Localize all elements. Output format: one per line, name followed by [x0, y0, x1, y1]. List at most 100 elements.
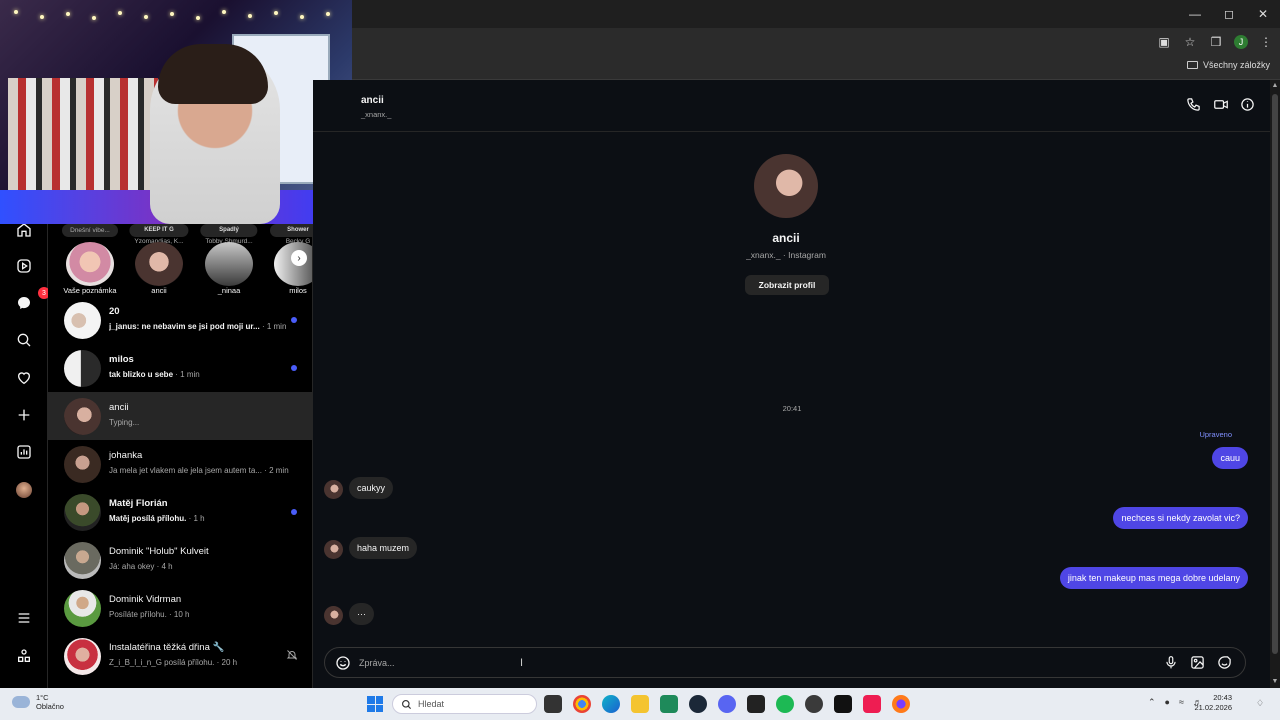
windows-start-icon[interactable]	[367, 696, 383, 712]
tiktok-icon[interactable]	[863, 695, 881, 713]
chevron-right-icon[interactable]: ›	[291, 250, 307, 266]
avatar	[64, 302, 101, 339]
system-clock[interactable]: 20:43 21.02.2026	[1194, 693, 1232, 713]
chrome-icon[interactable]	[573, 695, 591, 713]
messenger-icon[interactable]: 3	[12, 287, 50, 315]
message-outgoing[interactable]: jinak ten makeup mas mega dobre udelany	[1059, 567, 1248, 589]
conversation-item[interactable]: Instalatéřina těžká dřina 🔧 Z_i_B_l_i_n_…	[48, 632, 312, 680]
phone-icon[interactable]	[1185, 96, 1202, 113]
conversation-item[interactable]: johanka Ja mela jet vlakem ale jela jsem…	[48, 440, 312, 488]
chat-header-username: _xnanx._	[361, 110, 392, 119]
message-outgoing[interactable]: nechces si nekdy zavolat vic?	[1113, 507, 1248, 529]
browser-profile-avatar[interactable]: J	[1234, 35, 1248, 49]
conversation-name: milos	[109, 354, 134, 365]
sticker-icon[interactable]	[1216, 654, 1233, 671]
screen: — ◻ ✕ ▣ ☆ ❒ J ⋮ Všechny záložky 3 Dnešní…	[0, 0, 1280, 720]
conversation-preview: Já: aha okey · 4 h	[109, 562, 173, 571]
sender-avatar	[324, 480, 343, 499]
avatar	[64, 542, 101, 579]
message-incoming[interactable]: haha muzem	[349, 537, 418, 559]
steam-icon[interactable]	[689, 695, 707, 713]
heart-icon[interactable]	[12, 366, 36, 390]
firefox-icon[interactable]	[892, 695, 910, 713]
wifi-icon[interactable]: ≈	[1179, 697, 1184, 708]
conversation-item[interactable]: Dominik "Holub" Kulveit Já: aha okey · 4…	[48, 536, 312, 584]
conversation-preview: Typing...	[109, 418, 140, 427]
profile-subtitle: _xnanx._ · Instagram	[746, 250, 826, 260]
avatar	[64, 446, 101, 483]
extensions-icon[interactable]: ❒	[1208, 34, 1224, 50]
view-profile-button[interactable]: Zobrazit profil	[745, 275, 829, 295]
chat-panel: ancii _xnanx._ ancii _xnanx._ · Instagra…	[313, 80, 1270, 688]
avatar	[64, 350, 101, 387]
file-explorer-icon[interactable]	[631, 695, 649, 713]
all-bookmarks-button[interactable]: Všechny záložky	[1186, 60, 1270, 70]
note-name: _ninaa	[217, 286, 241, 295]
notes-row: Dnešní vibe... Vaše poznámka KEEP IT GYz…	[48, 224, 312, 300]
chat-header: ancii _xnanx._	[313, 80, 1270, 132]
note-name: ancii	[151, 286, 167, 295]
task-view-icon[interactable]	[544, 695, 562, 713]
cloud-icon	[12, 696, 30, 708]
chat-header-actions	[1185, 96, 1256, 113]
avatar	[64, 638, 101, 675]
page-scrollbar[interactable]: ▲ ▼	[1270, 80, 1280, 688]
search-icon[interactable]	[12, 328, 36, 352]
epic-games-icon[interactable]	[747, 695, 765, 713]
sender-avatar	[324, 606, 343, 625]
scroll-thumb[interactable]	[1272, 94, 1278, 654]
message-input[interactable]	[359, 656, 1059, 670]
temperature: 1°C	[36, 693, 49, 702]
plus-icon[interactable]	[12, 403, 36, 427]
video-call-icon[interactable]	[1212, 96, 1229, 113]
profile-avatar[interactable]	[12, 478, 36, 502]
bookmark-star-icon[interactable]: ☆	[1182, 34, 1198, 50]
conversation-item-active[interactable]: ancii Typing...	[48, 392, 312, 440]
dashboard-icon[interactable]	[12, 440, 36, 464]
meta-icon[interactable]	[12, 644, 36, 668]
edge-icon[interactable]	[602, 695, 620, 713]
notification-bell-icon[interactable]: ♢	[1256, 698, 1268, 710]
all-bookmarks-label: Všechny záložky	[1202, 60, 1270, 70]
chevron-up-icon[interactable]: ⌃	[1148, 697, 1156, 708]
conversation-item[interactable]: milos tak blizko u sebe · 1 min	[48, 344, 312, 392]
string-lights	[0, 6, 352, 26]
browser-menu-icon[interactable]: ⋮	[1258, 34, 1274, 50]
conversation-item[interactable]: Dominik Vidrman Posíláte přílohu. · 10 h	[48, 584, 312, 632]
conversation-item[interactable]: Matěj Florián Matěj posílá přílohu. · 1 …	[48, 488, 312, 536]
message-incoming[interactable]: caukyy	[349, 477, 394, 499]
microphone-icon[interactable]	[1162, 654, 1179, 671]
instagram-nav: 3	[0, 223, 50, 688]
taskbar-search[interactable]: Hledat	[392, 694, 537, 714]
scroll-down-icon[interactable]: ▼	[1271, 678, 1279, 686]
close-icon[interactable]: ✕	[1246, 0, 1280, 28]
clock-time: 20:43	[1213, 693, 1232, 702]
maximize-icon[interactable]: ◻	[1212, 0, 1246, 28]
chat-header-name[interactable]: ancii	[361, 95, 384, 106]
conversation-name: Dominik Vidrman	[109, 594, 182, 605]
emoji-icon[interactable]	[335, 655, 351, 671]
message-outgoing[interactable]: cauu	[1212, 447, 1248, 469]
notepad-icon[interactable]	[660, 695, 678, 713]
capcut-icon[interactable]	[834, 695, 852, 713]
obs-icon[interactable]	[805, 695, 823, 713]
conversation-preview: Z_i_B_l_i_n_G posílá přílohu. · 20 h	[109, 658, 238, 667]
minimize-icon[interactable]: —	[1178, 0, 1212, 28]
discord-icon[interactable]	[718, 695, 736, 713]
install-app-icon[interactable]: ▣	[1156, 34, 1172, 50]
weather-widget[interactable]: 1°C Oblačno	[12, 693, 64, 711]
note-name: Vaše poznámka	[63, 286, 117, 295]
conversation-item[interactable]: 20 j_janus: ne nebavim se jsi pod moji u…	[48, 296, 312, 344]
microphone-tray-icon[interactable]: ●	[1165, 697, 1170, 708]
conversation-name: Matěj Florián	[109, 498, 168, 509]
message-composer	[324, 647, 1246, 678]
avatar	[135, 242, 183, 286]
clothes-rack	[8, 78, 158, 198]
reels-icon[interactable]	[12, 254, 36, 278]
menu-icon[interactable]	[12, 606, 36, 630]
info-icon[interactable]	[1239, 96, 1256, 113]
note-bubble: SpadlýTobby Shmurd...	[200, 224, 258, 245]
scroll-up-icon[interactable]: ▲	[1271, 82, 1279, 90]
spotify-icon[interactable]	[776, 695, 794, 713]
image-icon[interactable]	[1189, 654, 1206, 671]
